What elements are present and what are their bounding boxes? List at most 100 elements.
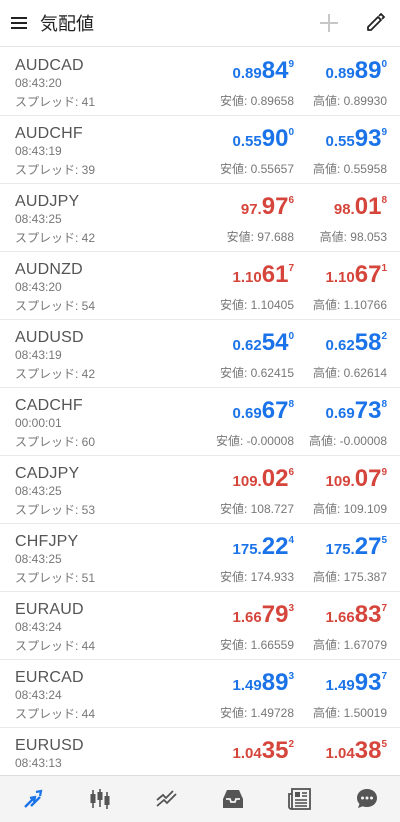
- quote-list: AUDCAD 08:43:20 スプレッド: 41 0.89849 0.89890 安値:…: [0, 48, 400, 796]
- symbol-name: AUDUSD: [15, 329, 84, 346]
- high-price: 高値: 109.109: [312, 502, 387, 516]
- bid-price: 1.49893: [232, 669, 294, 696]
- quote-row-audcad[interactable]: AUDCAD 08:43:20 スプレッド: 41 0.89849 0.89890 安値:…: [0, 48, 400, 116]
- spread-value: スプレッド: 51: [15, 571, 96, 585]
- quote-time: 08:43:13: [15, 756, 62, 770]
- symbol-name: AUDJPY: [15, 193, 80, 210]
- add-symbol-icon[interactable]: [316, 10, 342, 36]
- quote-row-audusd[interactable]: AUDUSD 08:43:19 スプレッド: 42 0.62540 0.62582 安値:…: [0, 320, 400, 388]
- high-price: 高値: 0.55958: [312, 162, 387, 176]
- candlestick-icon: [90, 789, 110, 809]
- bottom-navigation: [0, 775, 400, 822]
- high-price: 高値: 0.62614: [312, 366, 387, 380]
- symbol-name: CHFJPY: [15, 533, 79, 550]
- top-app-bar: 気配値: [0, 0, 400, 47]
- spread-value: スプレッド: 60: [15, 435, 96, 449]
- symbol-name: EURUSD: [15, 737, 84, 754]
- quote-row-cadjpy[interactable]: CADJPY 08:43:25 スプレッド: 53 109.026 109.079 安値:…: [0, 456, 400, 524]
- nav-news[interactable]: [280, 779, 320, 819]
- high-price: 高値: 1.10766: [312, 298, 387, 312]
- bid-price: 175.224: [232, 533, 294, 560]
- quote-time: 08:43:24: [15, 688, 62, 702]
- symbol-name: CADCHF: [15, 397, 83, 414]
- spread-value: スプレッド: 41: [15, 95, 96, 109]
- inbox-tray-icon: [223, 790, 244, 808]
- low-price: 安値: 0.89658: [219, 94, 294, 108]
- spread-value: スプレッド: 39: [15, 163, 96, 177]
- quote-time: 08:43:25: [15, 212, 62, 226]
- ask-price: 109.079: [325, 465, 387, 492]
- low-price: 安値: 108.727: [219, 502, 294, 516]
- quote-time: 08:43:25: [15, 484, 62, 498]
- spread-value: スプレッド: 53: [15, 503, 96, 517]
- high-price: 高値: 98.053: [319, 230, 387, 244]
- quote-time: 08:43:24: [15, 620, 62, 634]
- low-price: 安値: 174.933: [219, 570, 294, 584]
- low-price: 安値: 0.55657: [219, 162, 294, 176]
- spread-value: スプレッド: 54: [15, 299, 96, 313]
- low-price: 安値: 1.49728: [219, 706, 294, 720]
- quote-time: 08:43:19: [15, 144, 62, 158]
- low-price: 安値: 1.66559: [219, 638, 294, 652]
- nav-chat[interactable]: [347, 779, 387, 819]
- nav-history[interactable]: [213, 779, 253, 819]
- quote-row-audjpy[interactable]: AUDJPY 08:43:25 スプレッド: 42 97.976 98.018 安値: 9…: [0, 184, 400, 252]
- chat-bubble-icon: [356, 789, 377, 808]
- nav-trade[interactable]: [147, 779, 187, 819]
- bid-price: 0.62540: [232, 329, 294, 356]
- symbol-name: CADJPY: [15, 465, 80, 482]
- high-price: 高値: 0.89930: [312, 94, 387, 108]
- bid-price: 97.976: [240, 193, 294, 220]
- spread-value: スプレッド: 42: [15, 367, 96, 381]
- bid-price: 1.04352: [232, 737, 294, 764]
- symbol-name: AUDNZD: [15, 261, 83, 278]
- symbol-name: AUDCHF: [15, 125, 83, 142]
- symbol-name: EURAUD: [15, 601, 84, 618]
- low-price: 安値: 1.10405: [219, 298, 294, 312]
- bid-price: 0.55900: [232, 125, 294, 152]
- bid-price: 0.89849: [232, 57, 294, 84]
- bid-price: 109.026: [232, 465, 294, 492]
- high-price: 高値: -0.00008: [308, 434, 387, 448]
- quote-row-euraud[interactable]: EURAUD 08:43:24 スプレッド: 44 1.66793 1.66837 安値:…: [0, 592, 400, 660]
- quote-time: 00:00:01: [15, 416, 62, 430]
- bid-price: 1.10617: [232, 261, 294, 288]
- ask-price: 1.10671: [325, 261, 387, 288]
- nav-chart[interactable]: [80, 779, 120, 819]
- ask-price: 1.04385: [325, 737, 387, 764]
- symbol-name: AUDCAD: [15, 57, 84, 74]
- quote-time: 08:43:19: [15, 348, 62, 362]
- ask-price: 1.66837: [325, 601, 387, 628]
- page-title: 気配値: [40, 14, 94, 34]
- trade-trend-icon: [156, 790, 177, 807]
- quote-row-chfjpy[interactable]: CHFJPY 08:43:25 スプレッド: 51 175.224 175.275 安値:…: [0, 524, 400, 592]
- quote-row-cadchf[interactable]: CADCHF 00:00:01 スプレッド: 60 0.69678 0.69738 安値:…: [0, 388, 400, 456]
- quote-row-eurcad[interactable]: EURCAD 08:43:24 スプレッド: 44 1.49893 1.49937 安値:…: [0, 660, 400, 728]
- ask-price: 175.275: [325, 533, 387, 560]
- ask-price: 1.49937: [325, 669, 387, 696]
- newspaper-icon: [288, 788, 311, 810]
- quote-time: 08:43:25: [15, 552, 62, 566]
- high-price: 高値: 1.50019: [312, 706, 387, 720]
- spread-value: スプレッド: 42: [15, 231, 96, 245]
- ask-price: 98.018: [333, 193, 387, 220]
- bid-price: 0.69678: [232, 397, 294, 424]
- bid-price: 1.66793: [232, 601, 294, 628]
- low-price: 安値: -0.00008: [215, 434, 294, 448]
- low-price: 安値: 0.62415: [219, 366, 294, 380]
- quote-row-audnzd[interactable]: AUDNZD 08:43:20 スプレッド: 54 1.10617 1.10671 安値:…: [0, 252, 400, 320]
- high-price: 高値: 175.387: [312, 570, 387, 584]
- spread-value: スプレッド: 44: [15, 707, 96, 721]
- spread-value: スプレッド: 44: [15, 639, 96, 653]
- nav-quotes[interactable]: [13, 779, 53, 819]
- quote-row-audchf[interactable]: AUDCHF 08:43:19 スプレッド: 39 0.55900 0.55939 安値:…: [0, 116, 400, 184]
- low-price: 安値: 97.688: [226, 230, 294, 244]
- hamburger-menu-icon[interactable]: [11, 15, 33, 31]
- quote-time: 08:43:20: [15, 280, 62, 294]
- ask-price: 0.62582: [325, 329, 387, 356]
- symbol-name: EURCAD: [15, 669, 84, 686]
- ask-price: 0.55939: [325, 125, 387, 152]
- pencil-edit-icon[interactable]: [364, 11, 386, 33]
- ask-price: 0.69738: [325, 397, 387, 424]
- quote-time: 08:43:20: [15, 76, 62, 90]
